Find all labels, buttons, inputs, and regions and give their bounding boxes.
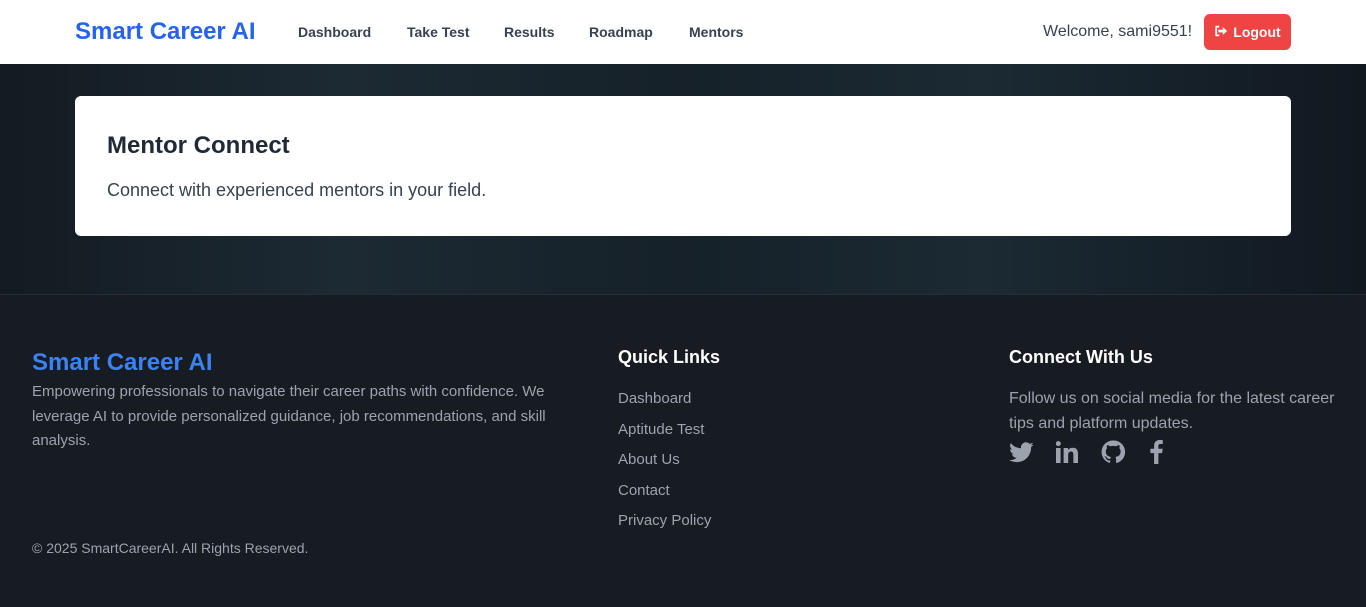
footer: Smart Career AI Empowering professionals… (0, 295, 1366, 607)
footer-link-about-us[interactable]: About Us (618, 451, 711, 482)
facebook-icon[interactable] (1148, 439, 1164, 465)
github-icon[interactable] (1100, 439, 1125, 465)
mentor-connect-card: Mentor Connect Connect with experienced … (75, 96, 1291, 236)
brand-logo[interactable]: Smart Career AI (75, 18, 256, 46)
footer-link-contact[interactable]: Contact (618, 482, 711, 513)
footer-copyright: © 2025 SmartCareerAI. All Rights Reserve… (32, 540, 309, 556)
linkedin-icon[interactable] (1055, 439, 1078, 465)
nav-link-take-test[interactable]: Take Test (407, 24, 470, 40)
footer-link-aptitude-test[interactable]: Aptitude Test (618, 421, 711, 452)
nav-link-mentors[interactable]: Mentors (689, 24, 743, 40)
footer-brand: Smart Career AI (32, 349, 213, 376)
nav-link-roadmap[interactable]: Roadmap (589, 24, 653, 40)
page-subtitle: Connect with experienced mentors in your… (107, 180, 487, 200)
connect-heading: Connect With Us (1009, 347, 1153, 367)
logout-button[interactable]: Logout (1204, 14, 1291, 50)
nav-link-dashboard[interactable]: Dashboard (298, 24, 371, 40)
twitter-icon[interactable] (1008, 439, 1034, 465)
hero-section: Mentor Connect Connect with experienced … (0, 64, 1366, 295)
quick-links-heading: Quick Links (618, 347, 721, 367)
quick-links-list: Dashboard Aptitude Test About Us Contact… (618, 390, 711, 543)
footer-link-privacy-policy[interactable]: Privacy Policy (618, 512, 711, 543)
footer-description: Empowering professionals to navigate the… (32, 383, 546, 449)
sign-out-icon (1214, 24, 1228, 41)
page-title: Mentor Connect (107, 132, 290, 159)
logout-label: Logout (1233, 24, 1281, 40)
nav-link-results[interactable]: Results (504, 24, 555, 40)
navbar: Smart Career AI Dashboard Take Test Resu… (0, 0, 1366, 64)
welcome-message: Welcome, sami9551! (1043, 23, 1193, 40)
connect-text: Follow us on social media for the latest… (1009, 390, 1335, 432)
footer-link-dashboard[interactable]: Dashboard (618, 390, 711, 421)
